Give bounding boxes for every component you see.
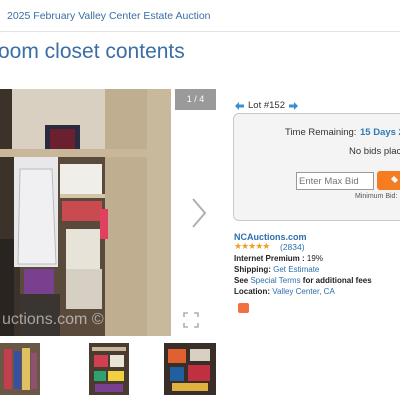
thumbnail-1-drawing [0, 343, 40, 395]
closet-photo-drawing [0, 89, 171, 336]
share-icon[interactable] [238, 303, 249, 313]
internet-premium-value: 19% [306, 254, 323, 263]
rating-count-link[interactable]: (2834) [280, 242, 305, 252]
see-label: See [234, 276, 249, 285]
expand-icon[interactable] [182, 311, 200, 329]
next-lot-icon[interactable] [288, 101, 298, 110]
place-bid-button[interactable] [377, 171, 400, 190]
internet-premium-label: Internet Premium : [234, 254, 305, 263]
max-bid-input[interactable] [296, 172, 374, 190]
minimum-bid-label: Minimum Bid: [355, 193, 398, 200]
thumbnail-3[interactable] [164, 343, 216, 395]
seller-rating-stars: ★★★★★ [234, 241, 270, 251]
special-terms-row: See Special Terms for additional fees [234, 276, 372, 285]
main-lot-photo[interactable] [0, 89, 171, 336]
thumbnail-2-drawing [89, 343, 129, 395]
shipping-label: Shipping: [234, 265, 271, 274]
location-link[interactable]: Valley Center, CA [272, 287, 335, 296]
thumbnail-1[interactable] [0, 343, 40, 395]
lot-navigation: Lot #152 [235, 100, 298, 111]
special-terms-suffix: for additional fees [302, 276, 372, 285]
lot-number: Lot #152 [248, 100, 285, 111]
internet-premium-row: Internet Premium : 19% [234, 254, 323, 263]
location-row: Location: Valley Center, CA [234, 287, 335, 296]
gavel-icon [391, 176, 398, 183]
get-estimate-link[interactable]: Get Estimate [273, 265, 319, 274]
breadcrumb-auction-link[interactable]: 2025 February Valley Center Estate Aucti… [7, 10, 211, 22]
chevron-right-icon[interactable] [187, 196, 211, 230]
shipping-row: Shipping: Get Estimate [234, 265, 319, 274]
special-terms-link[interactable]: Special Terms [250, 276, 300, 285]
time-remaining-value: 15 Days 2 [360, 127, 400, 138]
location-label: Location: [234, 287, 270, 296]
photo-watermark: uctions.com © [2, 311, 104, 328]
thumbnail-3-drawing [164, 343, 216, 395]
page-title: oom closet contents [0, 40, 185, 63]
previous-lot-icon[interactable] [235, 101, 244, 110]
image-counter: 1 / 4 [175, 89, 216, 110]
thumbnail-2[interactable] [89, 343, 129, 395]
time-remaining-label: Time Remaining: [285, 127, 357, 138]
bid-status: No bids plac [349, 146, 400, 157]
